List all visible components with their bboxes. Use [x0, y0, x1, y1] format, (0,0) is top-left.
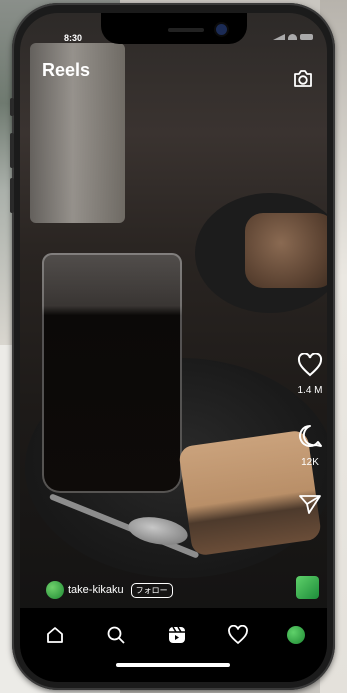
avatar[interactable] — [46, 581, 64, 599]
heart-icon[interactable] — [297, 352, 323, 382]
follow-button[interactable]: フォロー — [130, 582, 173, 598]
share-action[interactable] — [290, 493, 327, 520]
camera-icon[interactable] — [293, 70, 313, 93]
phone-frame: 8:30 Reels 1.4 M 12K take-kikaku フォロー — [10, 3, 335, 690]
bottom-nav — [20, 608, 327, 682]
silent-switch — [10, 98, 14, 116]
page-title: Reels — [42, 60, 91, 80]
home-icon[interactable] — [43, 623, 67, 647]
username[interactable]: take-kikaku — [68, 584, 124, 596]
like-action[interactable]: 1.4 M — [290, 352, 327, 396]
audio-thumbnail[interactable] — [296, 576, 319, 599]
speaker — [168, 28, 204, 32]
search-icon[interactable] — [104, 623, 128, 647]
front-camera — [216, 24, 227, 35]
send-icon[interactable] — [298, 493, 322, 520]
coffee-glass-image — [42, 253, 182, 493]
reels-icon[interactable] — [165, 623, 189, 647]
post-author: take-kikaku フォロー — [46, 581, 173, 599]
like-count: 1.4 M — [297, 385, 323, 396]
wifi-icon — [288, 34, 297, 40]
back-cake-image — [245, 213, 327, 288]
comment-count: 12K — [301, 457, 319, 468]
status-icons — [273, 34, 313, 40]
comment-icon[interactable] — [297, 423, 323, 454]
reels-screen: 8:30 Reels 1.4 M 12K take-kikaku フォロー — [20, 13, 327, 682]
comment-action[interactable]: 12K — [290, 423, 327, 468]
signal-icon — [273, 34, 285, 40]
volume-up-button — [10, 133, 14, 168]
heart-icon[interactable] — [226, 623, 250, 647]
profile-avatar[interactable] — [284, 623, 308, 647]
volume-down-button — [10, 178, 14, 213]
battery-icon — [300, 34, 313, 40]
home-indicator — [116, 663, 230, 667]
status-time: 8:30 — [64, 33, 83, 43]
